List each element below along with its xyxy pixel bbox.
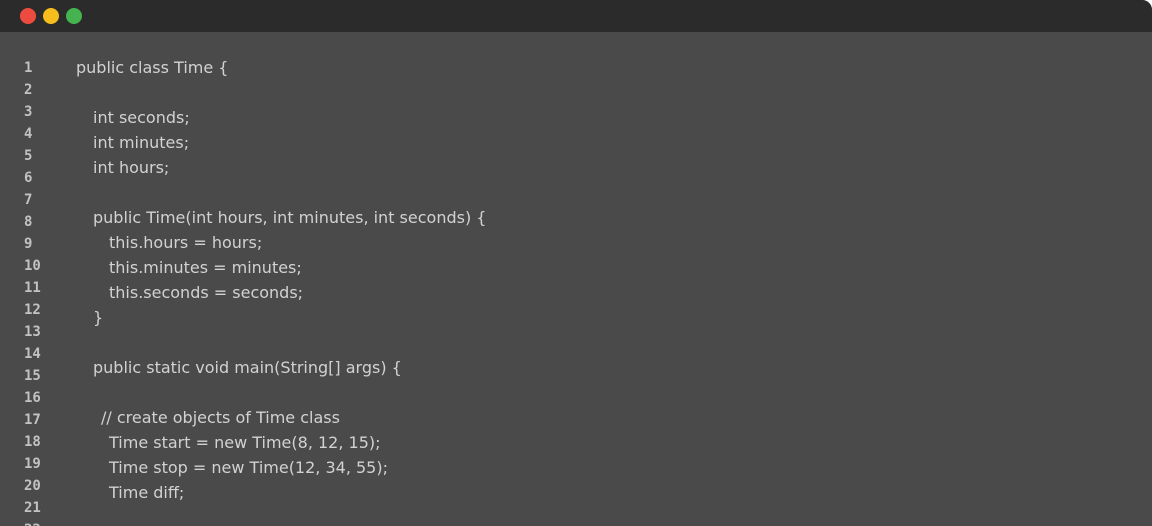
code-line: this.minutes = minutes; [109,258,302,277]
code-content: public class Time { int seconds; int min… [0,32,1152,526]
code-line: Time stop = new Time(12, 34, 55); [109,458,388,477]
code-line: int seconds; [93,108,190,127]
code-line: int minutes; [93,133,190,152]
code-line: public static void main(String[] args) { [93,358,402,377]
code-line: int hours; [93,158,170,177]
code-line: } [93,308,104,327]
close-button[interactable] [20,8,36,24]
code-line: public Time(int hours, int minutes, int … [93,208,487,227]
code-line: this.hours = hours; [109,233,263,252]
code-line: Time start = new Time(8, 12, 15); [109,433,381,452]
code-window: 1 2 3 4 5 6 7 8 9 10 11 12 13 14 15 16 1… [0,0,1152,526]
code-line: this.seconds = seconds; [109,283,304,302]
code-line: public class Time { [76,58,229,77]
code-line: Time diff; [109,483,185,502]
code-comment: // create objects of Time class [101,408,340,427]
minimize-button[interactable] [43,8,59,24]
maximize-button[interactable] [66,8,82,24]
code-editor[interactable]: 1 2 3 4 5 6 7 8 9 10 11 12 13 14 15 16 1… [0,32,1152,526]
window-titlebar [0,0,1152,32]
